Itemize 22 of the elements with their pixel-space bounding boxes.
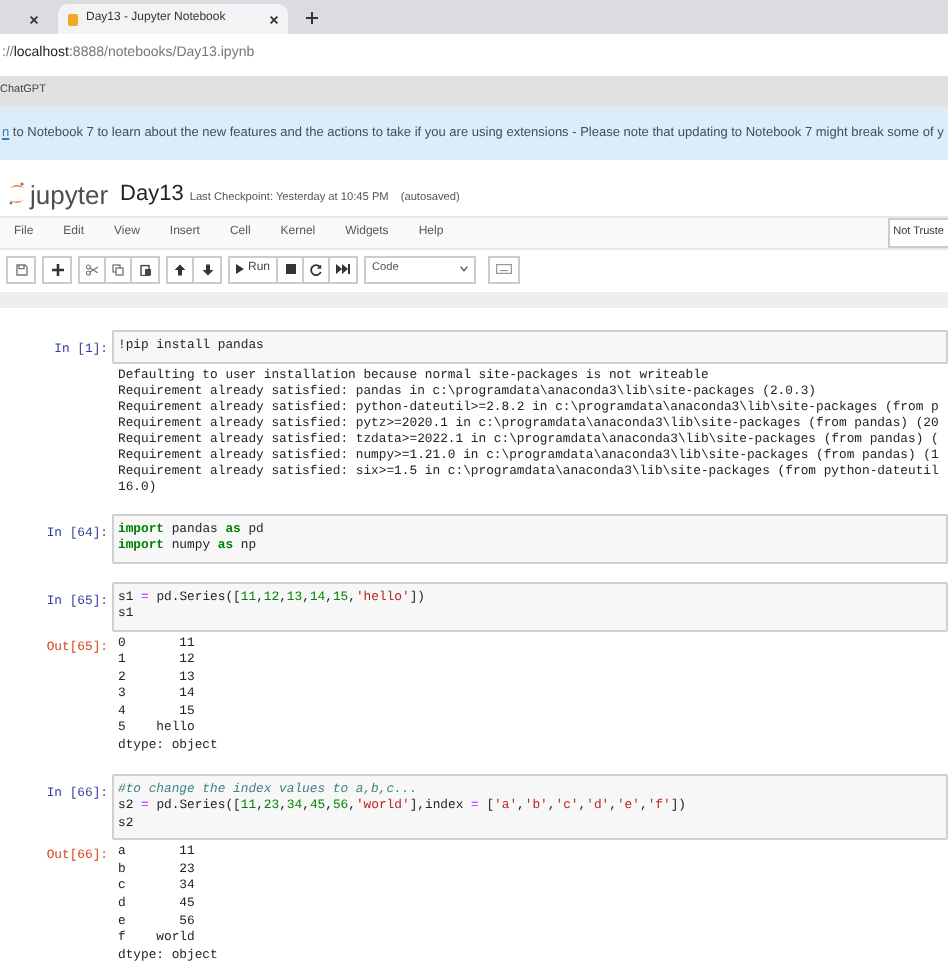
new-tab-icon[interactable]: [306, 12, 318, 24]
plus-icon: [51, 263, 63, 275]
caret-icon: [460, 266, 469, 272]
clipboard-icon: [139, 263, 151, 275]
close-icon[interactable]: [30, 15, 38, 23]
restart-icon: [310, 263, 323, 275]
fast-forward-icon: [336, 264, 351, 274]
keyboard-icon: [496, 264, 513, 274]
arrow-down-icon: [201, 263, 213, 275]
logo-text[interactable]: jupyter: [30, 181, 109, 207]
close-icon[interactable]: [270, 15, 278, 23]
play-icon: [236, 264, 244, 274]
stop-icon: [285, 264, 296, 274]
copy-icon: [112, 263, 124, 275]
scissors-icon: [86, 263, 98, 275]
logo-icon: [8, 182, 26, 206]
notebook-title[interactable]: Day13: [120, 177, 184, 211]
cut-button[interactable]: [80, 257, 106, 281]
arrow-up-icon: [174, 263, 186, 275]
restart-button[interactable]: [304, 257, 331, 281]
notebook-icon: [68, 13, 78, 25]
save-icon: [15, 263, 27, 275]
